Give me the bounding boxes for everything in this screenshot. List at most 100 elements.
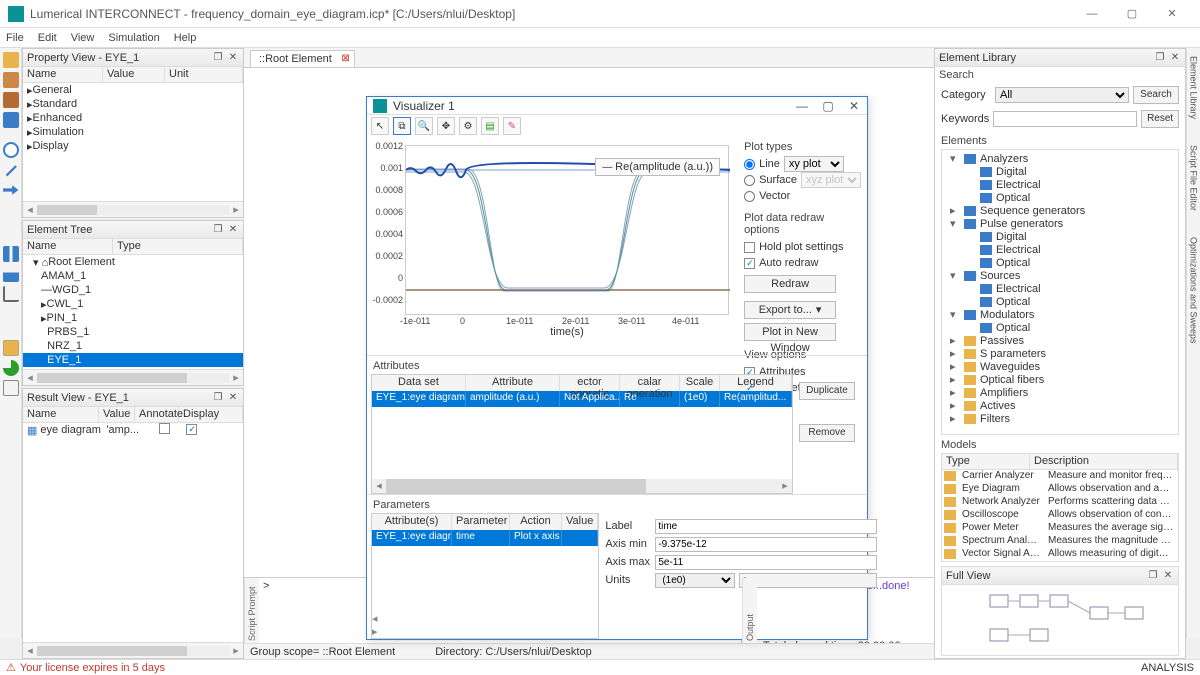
redraw-button[interactable]: Redraw — [744, 275, 836, 293]
duplicate-button[interactable]: Duplicate — [799, 382, 855, 400]
axis-min-input[interactable] — [655, 537, 877, 552]
undock-icon[interactable]: ❐ — [212, 52, 224, 64]
pencil-icon[interactable]: ✎ — [503, 117, 521, 135]
col-value[interactable]: Value — [562, 514, 598, 530]
hscrollbar[interactable]: ◂▸ — [23, 642, 243, 658]
close-icon[interactable]: ✕ — [227, 224, 239, 236]
lib-tree-node[interactable]: ▸ Passives — [944, 334, 1176, 347]
arrow-right-icon[interactable] — [3, 182, 19, 198]
chart-icon[interactable] — [3, 246, 19, 262]
close-icon[interactable]: ✕ — [847, 99, 861, 113]
undock-icon[interactable]: ❐ — [1154, 52, 1166, 64]
tool-icon[interactable] — [3, 52, 19, 68]
circle-icon[interactable] — [3, 142, 19, 158]
hold-checkbox[interactable]: Hold plot settings — [744, 239, 861, 255]
hscrollbar[interactable]: ◂▸ — [23, 201, 243, 217]
model-row[interactable]: Carrier AnalyzerMeasure and monitor freq… — [942, 470, 1178, 483]
col-value[interactable]: Value — [103, 67, 165, 82]
lib-tree-node[interactable]: ▾ Pulse generators — [944, 217, 1176, 230]
tool-icon[interactable] — [3, 112, 19, 128]
col-action[interactable]: Action — [510, 514, 562, 530]
tree-node[interactable]: NRZ_1 — [23, 339, 243, 353]
model-row[interactable]: Power MeterMeasures the average signal p… — [942, 522, 1178, 535]
category-dropdown[interactable]: All — [995, 87, 1129, 103]
param-row[interactable]: EYE_1:eye diagram (a... time Plot x axis — [372, 530, 598, 546]
close-icon[interactable]: ✕ — [1169, 52, 1181, 64]
col-scale[interactable]: Scale — [680, 375, 720, 391]
lib-tree-node[interactable]: Electrical — [944, 282, 1176, 295]
tree-node[interactable]: ▸ PIN_1 — [23, 311, 243, 325]
undock-icon[interactable]: ❐ — [1147, 570, 1159, 582]
col-legend[interactable]: Legend — [720, 375, 792, 391]
settings-icon[interactable]: ⚙ — [459, 117, 477, 135]
tree-node[interactable]: AM AM_1 — [23, 269, 243, 283]
col-name[interactable]: Name — [23, 67, 103, 82]
attr-row[interactable]: EYE_1:eye diagram amplitude (a.u.) Not A… — [372, 391, 792, 407]
play-left-icon[interactable] — [3, 340, 19, 356]
label-input[interactable] — [655, 519, 877, 534]
tool-icon[interactable] — [3, 92, 19, 108]
line-type-dropdown[interactable]: xy plot — [784, 156, 844, 172]
col-name[interactable]: Name — [23, 239, 113, 254]
col-dataset[interactable]: Data set — [372, 375, 466, 391]
col-vector-op[interactable]: ector operatic — [560, 375, 620, 391]
model-row[interactable]: Eye DiagramAllows observation and analys… — [942, 483, 1178, 496]
col-unit[interactable]: Unit — [165, 67, 243, 82]
pointer-icon[interactable]: ↖ — [371, 117, 389, 135]
refresh-icon[interactable] — [3, 360, 19, 376]
lib-tree-node[interactable]: Optical — [944, 256, 1176, 269]
lib-tree-node[interactable]: Optical — [944, 191, 1176, 204]
model-row[interactable]: OscilloscopeAllows observation of consta… — [942, 509, 1178, 522]
col-annotate[interactable]: Annotate — [135, 407, 179, 422]
zoom-icon[interactable]: 🔍 — [415, 117, 433, 135]
undock-icon[interactable]: ❐ — [212, 392, 224, 404]
tab-script-editor[interactable]: Script File Editor — [1189, 145, 1199, 211]
hscrollbar[interactable]: ◂▸ — [23, 369, 243, 385]
lib-tree-node[interactable]: ▸ Filters — [944, 412, 1176, 425]
auto-redraw-checkbox[interactable]: Auto redraw — [744, 255, 861, 271]
zoom-box-icon[interactable]: ⧉ — [393, 117, 411, 135]
col-attributes[interactable]: Attribute(s) — [372, 514, 452, 530]
lib-tree-node[interactable]: ▸ Amplifiers — [944, 386, 1176, 399]
tree-node[interactable]: PRBS_1 — [23, 325, 243, 339]
palette-icon[interactable]: ▤ — [481, 117, 499, 135]
square-icon[interactable] — [3, 380, 19, 396]
hscrollbar[interactable]: ◂▸ — [372, 479, 792, 493]
axis-max-input[interactable] — [655, 555, 877, 570]
keywords-input[interactable] — [993, 111, 1137, 127]
axes-icon[interactable] — [3, 286, 19, 302]
col-type[interactable]: Type — [113, 239, 243, 254]
close-icon[interactable]: ✕ — [227, 52, 239, 64]
close-icon[interactable]: ✕ — [1152, 0, 1192, 28]
prop-row[interactable]: ▸ General — [23, 83, 243, 97]
model-row[interactable]: Spectrum AnalyzerMeasures the magnitude … — [942, 535, 1178, 548]
search-button[interactable]: Search — [1133, 86, 1179, 104]
lib-tree-node[interactable]: Electrical — [944, 178, 1176, 191]
lib-tree-node[interactable]: Electrical — [944, 243, 1176, 256]
col-value[interactable]: Value — [99, 407, 135, 422]
export-dropdown[interactable]: Export to...▾ — [744, 301, 836, 319]
prop-row[interactable]: ▸ Enhanced — [23, 111, 243, 125]
col-type[interactable]: Type — [942, 454, 1030, 469]
prop-row[interactable]: ▸ Display — [23, 139, 243, 153]
lib-tree-node[interactable]: Optical — [944, 321, 1176, 334]
col-description[interactable]: Description — [1030, 454, 1178, 469]
new-window-button[interactable]: Plot in New Window — [744, 323, 836, 341]
maximize-icon[interactable]: ▢ — [1112, 0, 1152, 28]
col-attribute[interactable]: Attribute — [466, 375, 560, 391]
tab-element-library[interactable]: Element Library — [1189, 56, 1199, 119]
lib-tree-node[interactable]: ▸ Actives — [944, 399, 1176, 412]
col-scalar-op[interactable]: calar operation — [620, 375, 680, 391]
lib-tree-node[interactable]: ▾ Modulators — [944, 308, 1176, 321]
display-checkbox[interactable] — [186, 424, 197, 435]
menu-file[interactable]: File — [6, 32, 24, 44]
lib-tree-node[interactable]: Digital — [944, 230, 1176, 243]
canvas[interactable]: Visualizer 1 — ▢ ✕ ↖ ⧉ 🔍 ✥ ⚙ ▤ ✎ — [244, 68, 934, 577]
lib-tree-node[interactable]: Digital — [944, 165, 1176, 178]
model-row[interactable]: Network AnalyzerPerforms scattering data… — [942, 496, 1178, 509]
menu-view[interactable]: View — [71, 32, 95, 44]
tree-node[interactable]: ▸ CWL_1 — [23, 297, 243, 311]
lib-tree-node[interactable]: ▸ Optical fibers — [944, 373, 1176, 386]
lib-tree-node[interactable]: ▸ S parameters — [944, 347, 1176, 360]
plot-area[interactable]: 0.0012 0.001 0.0008 0.0006 0.0004 0.0002… — [367, 137, 738, 355]
